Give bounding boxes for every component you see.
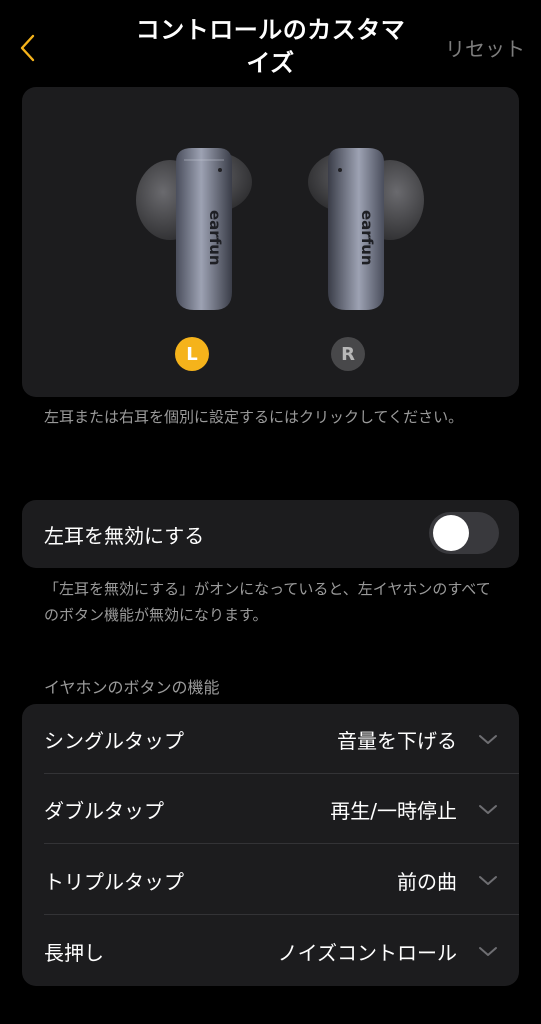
earbuds-card: earfun earfun L R: [22, 87, 519, 397]
toggle-knob: [433, 515, 469, 551]
row-label: ダブルタップ: [44, 798, 164, 823]
back-button[interactable]: [12, 28, 44, 68]
disable-left-ear-row: 左耳を無効にする: [22, 500, 519, 568]
reset-button[interactable]: リセット: [445, 33, 525, 62]
disable-left-ear-toggle[interactable]: [429, 512, 499, 554]
right-earbud-image[interactable]: earfun: [298, 142, 428, 317]
chevron-down-icon: [479, 876, 497, 885]
row-value: 音量を下げる: [337, 728, 457, 753]
page-title: コントロールのカスタマイズ: [135, 16, 406, 77]
disable-note: 「左耳を無効にする」がオンになっていると、左イヤホンのすべてのボタン機能が無効に…: [44, 580, 491, 624]
list-item-triple-tap[interactable]: トリプルタップ 前の曲: [22, 845, 519, 915]
list-item-long-press[interactable]: 長押し ノイズコントロール: [22, 916, 519, 986]
list-item-double-tap[interactable]: ダブルタップ 再生/一時停止: [22, 774, 519, 844]
row-value: 前の曲: [397, 869, 457, 894]
divider: [44, 914, 519, 915]
row-label: 長押し: [44, 940, 104, 965]
row-label: トリプルタップ: [44, 869, 184, 894]
chevron-down-icon: [479, 947, 497, 956]
row-value: 再生/一時停止: [330, 798, 457, 823]
chevron-left-icon: [20, 34, 35, 62]
chevron-down-icon: [479, 735, 497, 744]
disable-left-ear-label: 左耳を無効にする: [44, 523, 205, 548]
row-value: ノイズコントロール: [277, 940, 457, 965]
left-ear-button[interactable]: L: [175, 337, 209, 371]
header: コントロールのカスタマイズ リセット: [0, 0, 541, 86]
row-label: シングルタップ: [44, 728, 184, 753]
svg-text:earfun: earfun: [206, 210, 224, 266]
button-functions-list: シングルタップ 音量を下げる ダブルタップ 再生/一時停止 トリプルタップ 前の…: [22, 704, 519, 986]
section-label: イヤホンのボタンの機能: [44, 678, 220, 697]
right-ear-button[interactable]: R: [331, 337, 365, 371]
left-earbud-image[interactable]: earfun: [132, 142, 262, 317]
divider: [44, 843, 519, 844]
select-ear-hint: 左耳または右耳を個別に設定するにはクリックしてください。: [44, 408, 464, 426]
chevron-down-icon: [479, 805, 497, 814]
list-item-single-tap[interactable]: シングルタップ 音量を下げる: [22, 704, 519, 774]
svg-text:earfun: earfun: [358, 210, 376, 266]
